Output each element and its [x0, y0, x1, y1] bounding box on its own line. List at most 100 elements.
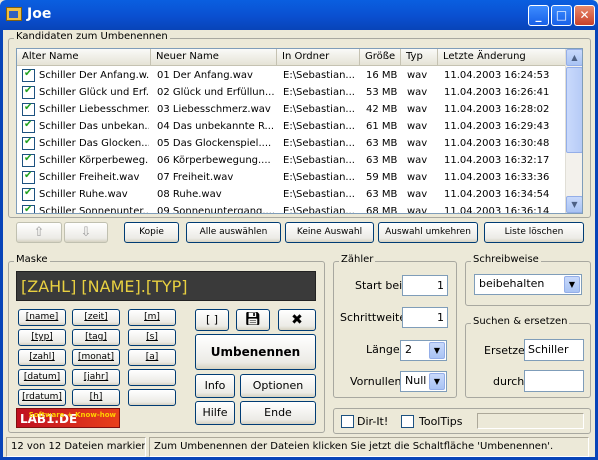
scroll-down-icon[interactable]: ▼	[566, 196, 582, 213]
table-row[interactable]: Schiller Ruhe.wav 08 Ruhe.wav E:\Sebastian…	[17, 186, 566, 203]
floppy-disk-icon: 💾︎	[244, 312, 262, 327]
row-checkbox[interactable]	[22, 136, 35, 150]
mask-token-button[interactable]: [typ]	[18, 329, 66, 346]
row-checkbox[interactable]	[22, 119, 35, 133]
tooltips-checkbox[interactable]	[401, 415, 414, 428]
start-field[interactable]: 1	[402, 275, 448, 296]
cell-type: wav	[407, 189, 428, 200]
row-checkbox[interactable]	[22, 187, 35, 201]
cell-size: 63 MB	[366, 189, 398, 200]
select-all-button[interactable]: Alle auswählen	[186, 222, 281, 243]
cell-size: 61 MB	[366, 121, 398, 132]
copy-button[interactable]: Kopie	[124, 222, 179, 243]
replace-label: Ersetze	[484, 344, 525, 357]
title-bar[interactable]: Joe _ □ ✕	[0, 0, 598, 30]
scroll-up-icon[interactable]: ▲	[566, 49, 582, 66]
mask-token-button[interactable]	[128, 389, 176, 406]
lab1-logo: LAB1.DE Software + Know-how	[16, 408, 120, 428]
row-checkbox[interactable]	[22, 102, 35, 116]
x-icon: ✖	[291, 312, 303, 328]
cell-old-name: Schiller Das Glocken...	[39, 138, 149, 149]
scroll-thumb[interactable]	[566, 67, 582, 153]
minimize-button[interactable]: _	[528, 5, 549, 26]
save-mask-button[interactable]: 💾︎	[236, 309, 270, 331]
replace-field[interactable]: Schiller	[524, 339, 584, 361]
chevron-down-icon[interactable]: ▼	[564, 276, 580, 293]
column-header-new-name[interactable]: Neuer Name	[151, 49, 277, 66]
counter-group-label: Zähler	[339, 254, 376, 265]
info-button[interactable]: Info	[195, 374, 235, 398]
row-checkbox[interactable]	[22, 204, 35, 213]
mask-token-button[interactable]: [s]	[128, 329, 176, 346]
candidates-group-label: Kandidaten zum Umbenennen	[14, 31, 170, 42]
options-button[interactable]: Optionen	[240, 374, 316, 398]
column-header-type[interactable]: Typ	[401, 49, 438, 66]
cell-size: 63 MB	[366, 138, 398, 149]
spelling-group-label: Schreibweise	[471, 254, 541, 265]
table-row[interactable]: Schiller Der Anfang.w... 01 Der Anfang.wa…	[17, 67, 566, 84]
cell-folder: E:\Sebastian...	[283, 121, 355, 132]
row-checkbox[interactable]	[22, 170, 35, 184]
cell-folder: E:\Sebastian...	[283, 70, 355, 81]
column-header-old-name[interactable]: Alter Name	[17, 49, 151, 66]
cell-type: wav	[407, 104, 428, 115]
mask-input[interactable]: [ZAHL] [NAME].[TYP]	[16, 271, 316, 301]
invert-selection-button[interactable]: Auswahl umkehren	[378, 222, 478, 243]
search-replace-group-label: Suchen & ersetzen	[471, 316, 570, 327]
mask-token-button[interactable]: [zeit]	[72, 309, 120, 326]
logo-subtext: Software + Know-how	[28, 411, 116, 419]
pad-select[interactable]: Null ▼	[400, 371, 447, 392]
select-none-button[interactable]: Keine Auswahl	[285, 222, 374, 243]
column-header-modified[interactable]: Letzte Änderung	[438, 49, 566, 66]
table-row[interactable]: Schiller Körperbeweg... 06 Körperbewegung…	[17, 152, 566, 169]
cell-old-name: Schiller Ruhe.wav	[39, 189, 128, 200]
cell-folder: E:\Sebastian...	[283, 172, 355, 183]
column-header-folder[interactable]: In Ordner	[277, 49, 360, 66]
mask-token-button[interactable]: [tag]	[72, 329, 120, 346]
mask-token-button[interactable]: [a]	[128, 349, 176, 366]
mask-token-button[interactable]: [jahr]	[72, 369, 120, 386]
mask-token-button[interactable]: [h]	[72, 389, 120, 406]
table-row[interactable]: Schiller Sonnenunter... 09 Sonnenuntergan…	[17, 203, 566, 213]
table-row[interactable]: Schiller Glück und Erf... 02 Glück und Er…	[17, 84, 566, 101]
mask-token-button[interactable]: [monat]	[72, 349, 120, 366]
table-row[interactable]: Schiller Freiheit.wav 07 Freiheit.wav E:\S…	[17, 169, 566, 186]
clear-list-button[interactable]: Liste löschen	[484, 222, 584, 243]
mask-token-button[interactable]	[128, 369, 176, 386]
file-list[interactable]: Alter Name Neuer Name In Ordner Größe Ty…	[16, 48, 583, 214]
rename-button[interactable]: Umbenennen	[195, 334, 316, 370]
row-checkbox[interactable]	[22, 68, 35, 82]
cell-old-name: Schiller Liebesschmer...	[39, 104, 149, 115]
help-button[interactable]: Hilfe	[195, 401, 235, 425]
table-row[interactable]: Schiller Das Glocken... 05 Das Glockenspi…	[17, 135, 566, 152]
with-field[interactable]	[524, 370, 584, 392]
maximize-button[interactable]: □	[551, 5, 572, 26]
move-up-button[interactable]: ⇧	[16, 222, 62, 243]
dirit-checkbox[interactable]	[341, 415, 354, 428]
spelling-select[interactable]: beibehalten ▼	[474, 274, 582, 295]
mask-token-button[interactable]: [m]	[128, 309, 176, 326]
chevron-down-icon[interactable]: ▼	[429, 342, 445, 359]
mask-token-button[interactable]: [rdatum]	[18, 389, 66, 406]
brackets-button[interactable]: [ ]	[195, 309, 229, 331]
table-row[interactable]: Schiller Liebesschmer... 03 Liebesschmerz…	[17, 101, 566, 118]
column-header-size[interactable]: Größe	[360, 49, 401, 66]
step-field[interactable]: 1	[402, 307, 448, 328]
cell-old-name: Schiller Das unbekan...	[39, 121, 149, 132]
mask-token-button[interactable]: [zahl]	[18, 349, 66, 366]
length-select[interactable]: 2 ▼	[400, 340, 447, 361]
chevron-down-icon[interactable]: ▼	[429, 373, 445, 390]
end-button[interactable]: Ende	[240, 401, 316, 425]
mask-group-label: Maske	[14, 254, 50, 265]
close-button[interactable]: ✕	[574, 5, 595, 26]
delete-mask-button[interactable]: ✖	[278, 309, 316, 331]
mask-token-button[interactable]: [datum]	[18, 369, 66, 386]
row-checkbox[interactable]	[22, 153, 35, 167]
move-down-button[interactable]: ⇩	[64, 222, 108, 243]
row-checkbox[interactable]	[22, 85, 35, 99]
status-count: 12 von 12 Dateien markiert	[6, 437, 146, 457]
list-scrollbar[interactable]: ▲ ▼	[565, 49, 582, 213]
table-row[interactable]: Schiller Das unbekan... 04 Das unbekannte…	[17, 118, 566, 135]
mask-token-button[interactable]: [name]	[18, 309, 66, 326]
cell-size: 63 MB	[366, 155, 398, 166]
